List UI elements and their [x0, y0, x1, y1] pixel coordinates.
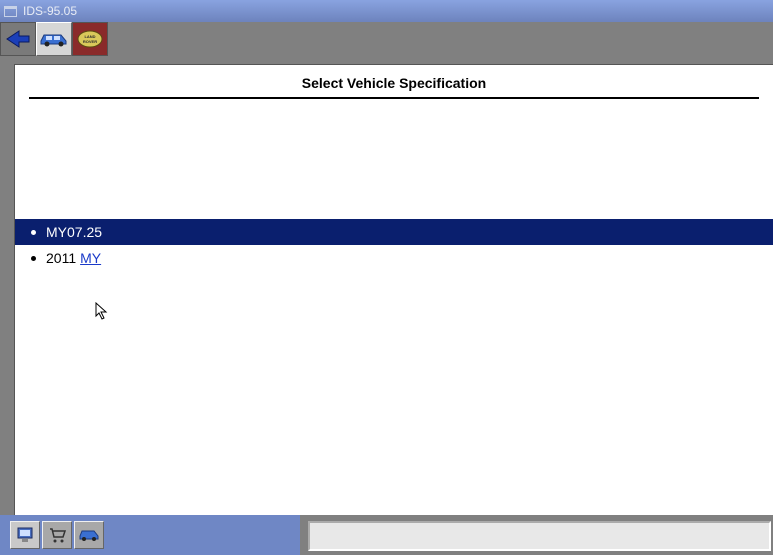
car-icon	[39, 30, 69, 48]
shopping-cart-button[interactable]	[42, 521, 72, 549]
list-item-label: MY07.25	[46, 224, 102, 240]
heading-rule	[29, 97, 759, 99]
window-title: IDS-95.05	[23, 4, 77, 18]
svg-text:ROVER: ROVER	[83, 39, 97, 44]
bullet-icon	[31, 256, 36, 261]
shopping-cart-icon	[47, 525, 67, 545]
list-item[interactable]: MY07.25	[15, 219, 773, 245]
vehicle-tab-button[interactable]	[36, 22, 72, 56]
list-item-prefix: 2011	[46, 250, 76, 266]
mouse-cursor-icon	[95, 302, 109, 320]
land-rover-icon: LAND ROVER	[76, 28, 104, 50]
system-info-icon	[15, 525, 35, 545]
spec-list: MY07.25 2011 MY	[15, 219, 773, 271]
back-button[interactable]	[0, 22, 36, 56]
top-toolbar: LAND ROVER	[0, 22, 773, 56]
bullet-icon	[31, 230, 36, 235]
vehicle-select-button[interactable]	[74, 521, 104, 549]
bottom-left-tray	[0, 515, 300, 555]
brand-button[interactable]: LAND ROVER	[72, 22, 108, 56]
bottom-bar	[0, 515, 773, 555]
window-icon	[4, 6, 17, 17]
list-item[interactable]: 2011 MY	[15, 245, 773, 271]
list-item-link: MY	[80, 250, 101, 266]
system-info-button[interactable]	[10, 521, 40, 549]
main-area: Select Vehicle Specification MY07.25 201…	[0, 56, 773, 515]
content-panel: Select Vehicle Specification MY07.25 201…	[14, 64, 773, 515]
window-titlebar: IDS-95.05	[0, 0, 773, 22]
status-panel	[308, 521, 771, 551]
back-arrow-icon	[5, 29, 31, 49]
vehicle-select-icon	[78, 526, 100, 544]
panel-heading: Select Vehicle Specification	[15, 65, 773, 97]
